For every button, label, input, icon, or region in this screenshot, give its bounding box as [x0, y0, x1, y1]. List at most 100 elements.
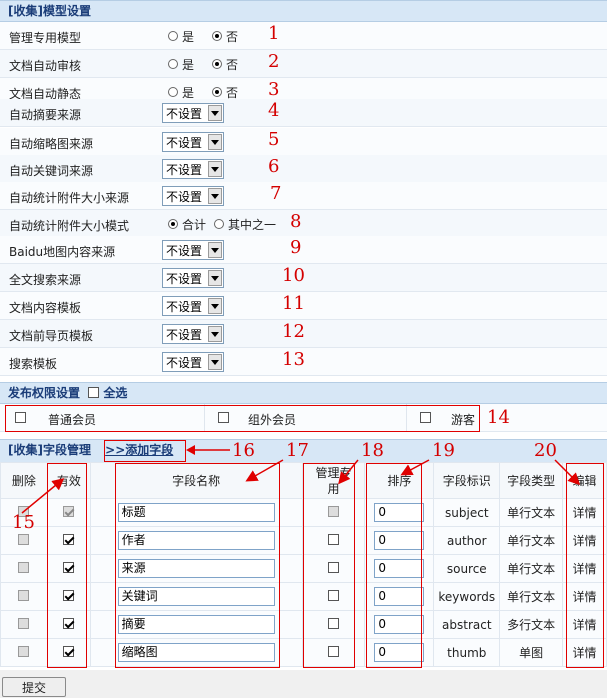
field-ident: source: [446, 561, 487, 576]
annotation-number: 4: [268, 100, 280, 121]
field-ident: thumb: [447, 645, 487, 660]
field-ident: abstract: [442, 617, 492, 632]
setting-row: 文档前导页模板 不设置 12: [0, 320, 607, 348]
field-type: 多行文本: [507, 618, 556, 632]
chevron-down-icon[interactable]: [208, 188, 222, 204]
footer-bar: [0, 670, 607, 698]
setting-label: 自动缩略图来源: [9, 137, 94, 151]
setting-row: 管理专用模型是否 1: [0, 22, 607, 50]
annotation-box: [5, 405, 480, 432]
setting-control: 不设置: [160, 320, 224, 348]
model-settings-header: [收集]模型设置: [0, 0, 607, 22]
cell-ident: abstract: [433, 610, 501, 639]
annotation-number: 8: [290, 211, 302, 232]
radio-label: 否: [226, 85, 239, 100]
setting-row: Baidu地图内容来源 不设置 9: [0, 236, 607, 264]
setting-control: 不设置: [160, 99, 224, 127]
annotation-number: 11: [282, 293, 305, 314]
radio-label: 否: [226, 29, 239, 44]
cell-delete: [0, 610, 48, 639]
chevron-down-icon[interactable]: [208, 161, 222, 177]
chevron-down-icon[interactable]: [208, 134, 222, 150]
source-select[interactable]: 不设置: [162, 324, 224, 344]
annotation-number: 13: [282, 349, 305, 370]
radio-button[interactable]: [168, 87, 178, 97]
radio-label: 其中之一: [228, 217, 277, 232]
radio-button[interactable]: [212, 87, 223, 97]
field-ident: author: [447, 533, 487, 548]
annotation-number: 9: [290, 237, 302, 258]
setting-control: 是否: [160, 22, 246, 50]
setting-control: 合计 其中之一: [160, 210, 284, 238]
cell-ftype: 单行文本: [499, 554, 564, 583]
setting-row: 文档内容模板 不设置 11: [0, 292, 607, 320]
cell-ident: keywords: [433, 582, 501, 611]
radio-label: 是: [182, 29, 195, 44]
source-select[interactable]: 不设置: [162, 296, 224, 316]
select-value: 不设置: [166, 327, 203, 342]
source-select[interactable]: 不设置: [162, 186, 224, 206]
delete-checkbox[interactable]: [18, 533, 30, 545]
chevron-down-icon[interactable]: [208, 242, 222, 258]
radio-button[interactable]: [168, 31, 178, 41]
chevron-down-icon[interactable]: [208, 326, 222, 342]
radio-label: 合计: [182, 217, 207, 232]
chevron-down-icon[interactable]: [208, 270, 222, 286]
radio-label: 是: [182, 57, 195, 72]
cell-delete: [0, 554, 48, 583]
cell-ident: source: [433, 554, 501, 583]
cell-ftype: 单图: [499, 638, 564, 667]
chevron-down-icon[interactable]: [208, 354, 222, 370]
cell-ftype: 单行文本: [499, 526, 564, 555]
annotation-number: 7: [270, 183, 282, 204]
select-all-checkbox[interactable]: [88, 387, 100, 398]
source-select[interactable]: 不设置: [162, 159, 224, 179]
source-select[interactable]: 不设置: [162, 268, 224, 288]
field-type: 单行文本: [507, 534, 556, 548]
delete-checkbox[interactable]: [18, 589, 30, 601]
delete-checkbox[interactable]: [18, 645, 30, 657]
setting-label: 文档前导页模板: [9, 329, 94, 343]
source-select[interactable]: 不设置: [162, 132, 224, 152]
setting-row: 自动关键词来源 不设置 6: [0, 155, 607, 183]
setting-label: 全文搜索来源: [9, 273, 82, 287]
select-value: 不设置: [166, 106, 203, 121]
annotation-number: 14: [487, 407, 510, 428]
model-settings-title: [收集]模型设置: [8, 4, 91, 18]
setting-control: 不设置: [160, 292, 224, 320]
radio-button[interactable]: [212, 59, 223, 69]
radio-button[interactable]: [168, 59, 178, 69]
chevron-down-icon[interactable]: [208, 105, 222, 121]
radio-label: 是: [182, 85, 195, 100]
setting-label: 自动摘要来源: [9, 108, 82, 122]
setting-control: 不设置: [160, 236, 224, 264]
delete-checkbox[interactable]: [18, 617, 30, 629]
delete-checkbox[interactable]: [18, 561, 30, 573]
setting-row: 文档自动审核是否 2: [0, 50, 607, 78]
source-select[interactable]: 不设置: [162, 240, 224, 260]
submit-button[interactable]: 提交: [2, 677, 66, 697]
radio-button[interactable]: [212, 31, 223, 41]
setting-row: 全文搜索来源 不设置 10: [0, 264, 607, 292]
setting-label: 自动统计附件大小模式: [9, 219, 130, 233]
setting-row: 自动统计附件大小来源 不设置 7: [0, 182, 607, 210]
radio-button[interactable]: [214, 219, 225, 229]
cell-ident: author: [433, 526, 501, 555]
annotation-number: 15: [12, 512, 35, 533]
select-value: 不设置: [166, 299, 203, 314]
field-ident: keywords: [438, 589, 496, 604]
cell-ftype: 多行文本: [499, 610, 564, 639]
setting-control: 是否: [160, 50, 246, 78]
source-select[interactable]: 不设置: [162, 103, 224, 123]
select-value: 不设置: [166, 355, 203, 370]
annotation-arrows: [21, 459, 581, 514]
chevron-down-icon[interactable]: [208, 298, 222, 314]
annotation-number: 3: [268, 79, 280, 100]
source-select[interactable]: 不设置: [162, 352, 224, 372]
radio-button[interactable]: [168, 219, 178, 229]
select-value: 不设置: [166, 189, 203, 204]
field-type: 单行文本: [507, 590, 556, 604]
setting-row: 自动统计附件大小模式 合计 其中之一 8: [0, 210, 607, 238]
select-value: 不设置: [166, 162, 203, 177]
setting-control: 不设置: [160, 182, 224, 210]
